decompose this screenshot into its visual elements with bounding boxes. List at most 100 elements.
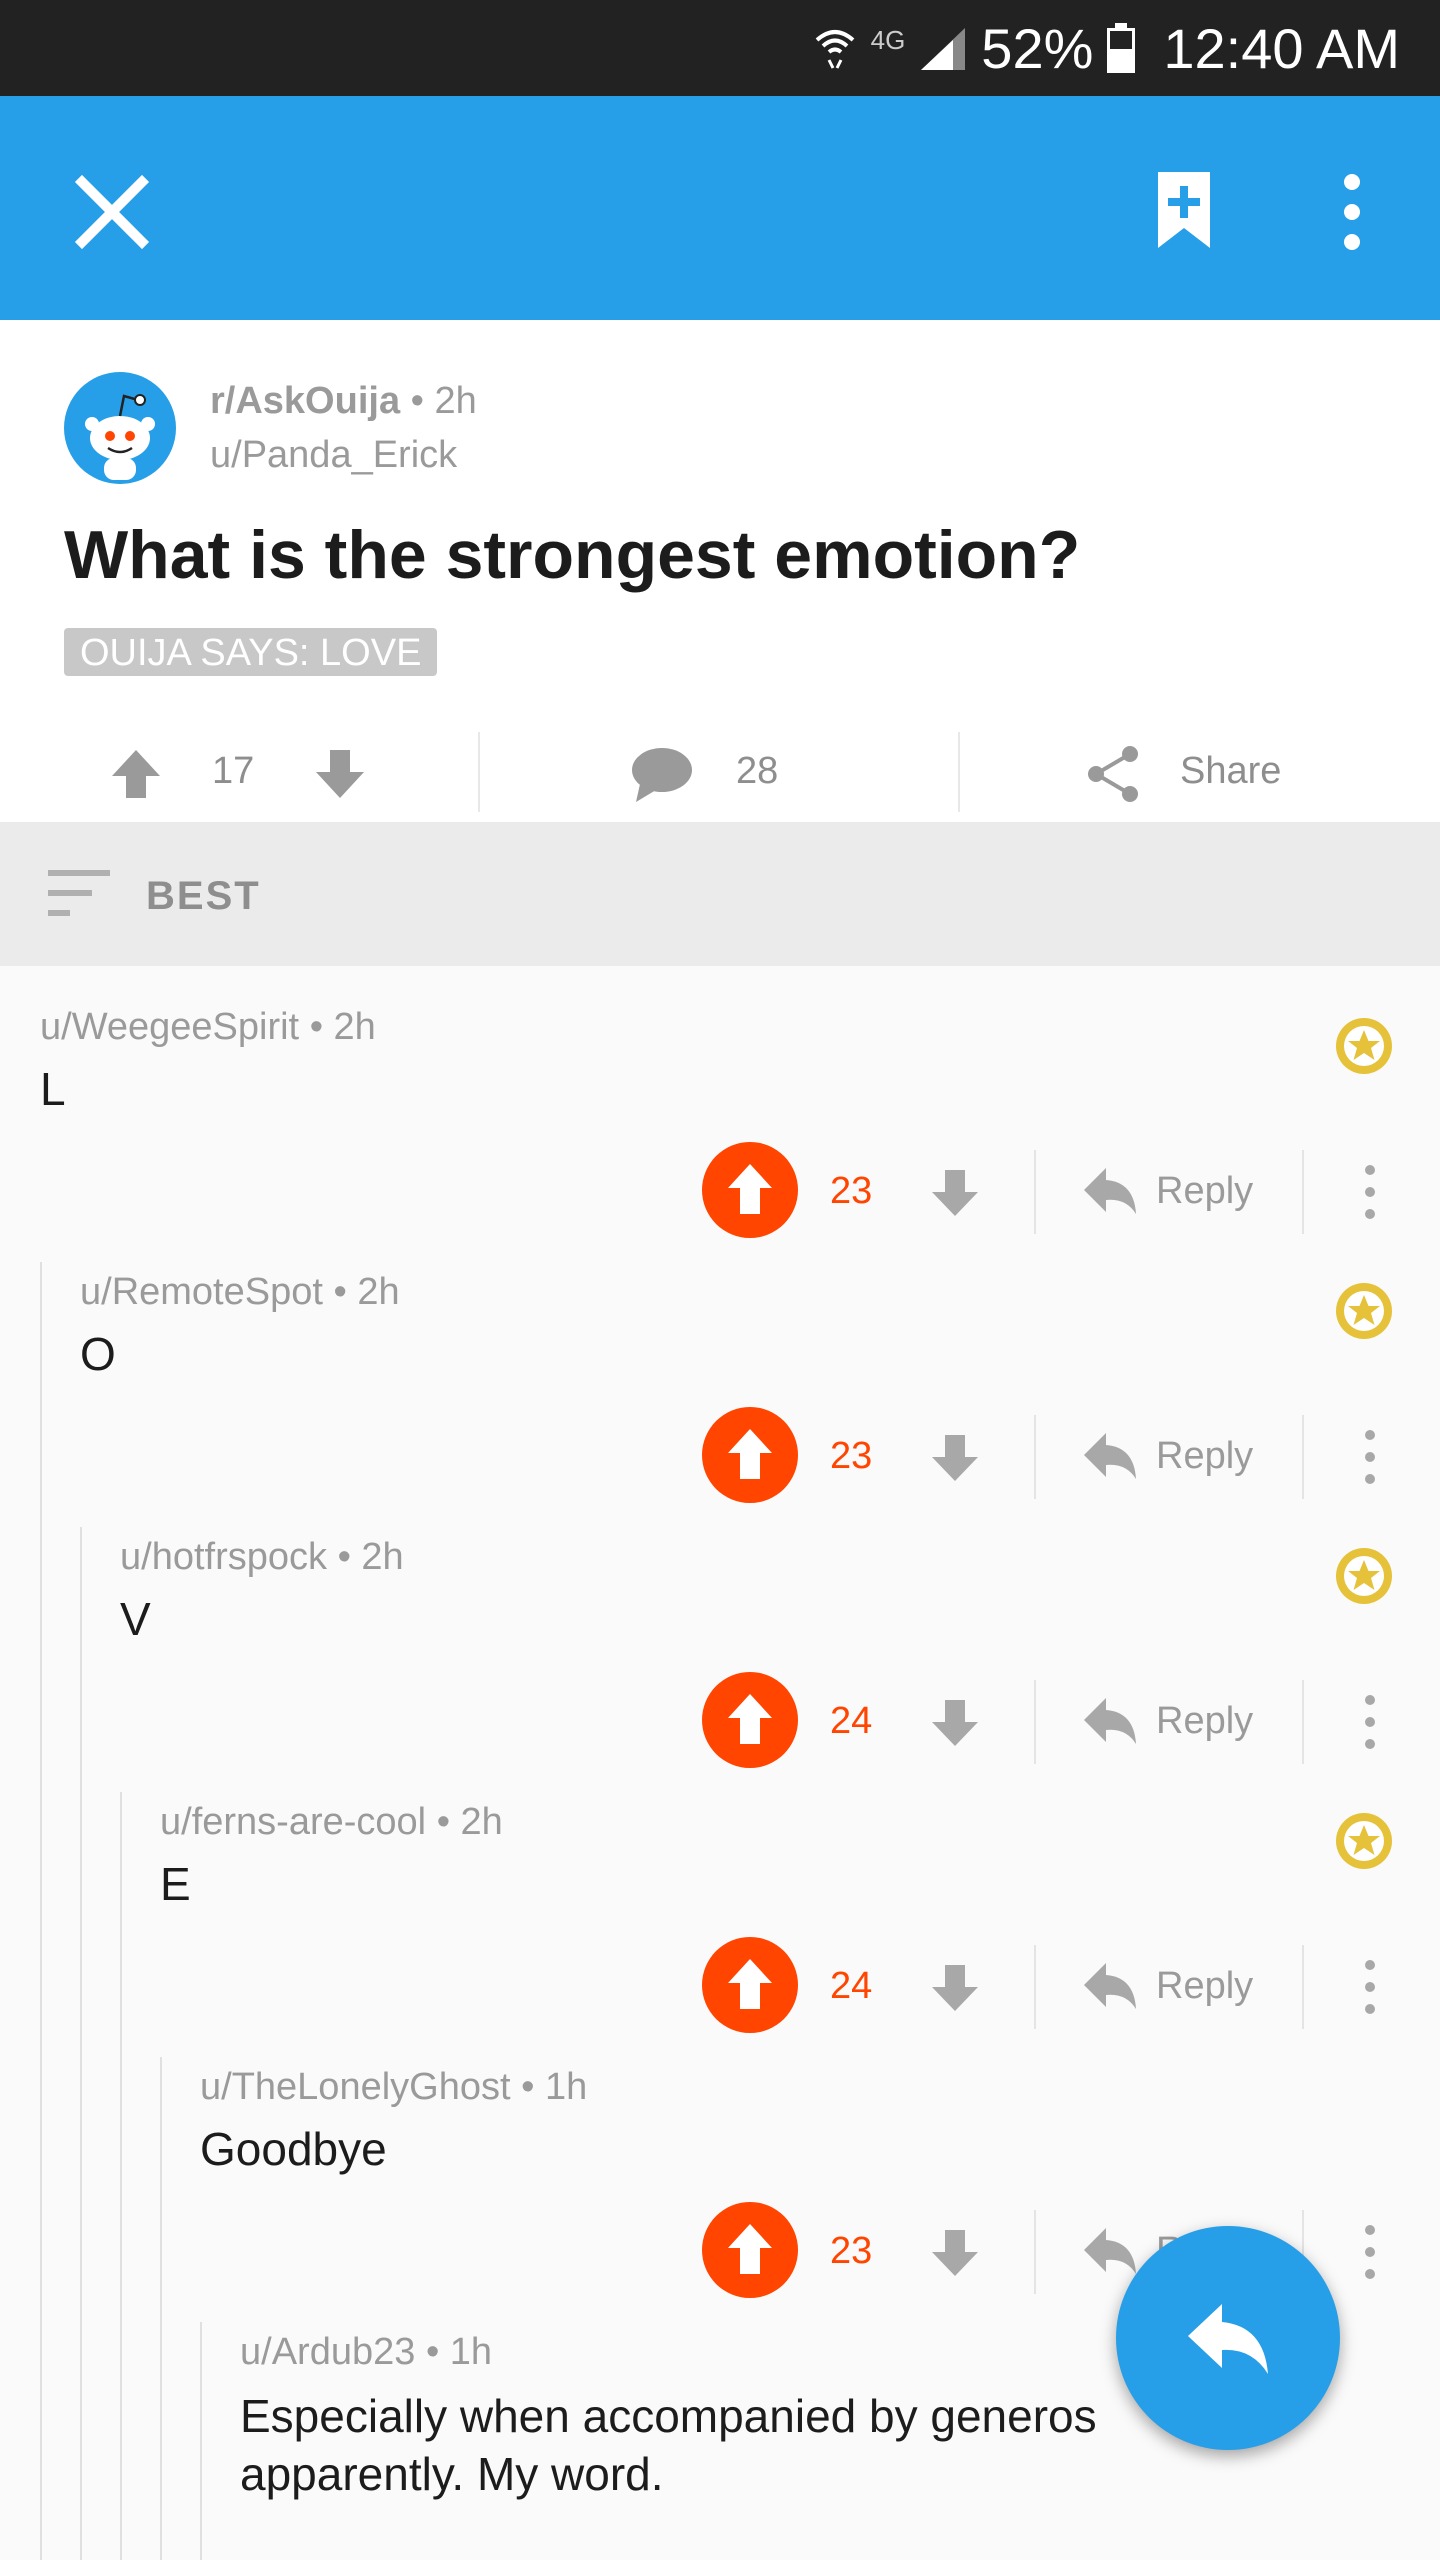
comment: u/WeegeeSpirit • 2h L 23 Reply <box>0 966 1440 1238</box>
clock: 12:40 AM <box>1163 16 1400 80</box>
close-icon <box>74 174 150 250</box>
wifi-icon <box>815 30 854 69</box>
comment-body-line: apparently. My word. <box>240 2448 664 2500</box>
downvote-icon[interactable] <box>312 746 368 802</box>
award-star-icon[interactable] <box>1334 1281 1394 1341</box>
reply-icon[interactable] <box>1082 1696 1138 1746</box>
battery-icon <box>1107 23 1136 73</box>
subreddit-avatar[interactable] <box>64 372 176 484</box>
divider <box>1034 2210 1036 2294</box>
divider <box>958 732 960 812</box>
upvote-active-icon[interactable] <box>702 1672 798 1768</box>
sort-icon <box>48 870 110 916</box>
divider <box>1302 1945 1304 2029</box>
reply-button[interactable]: Reply <box>1156 1435 1253 1478</box>
comment-meta: u/RemoteSpot • 2h <box>80 1271 400 1314</box>
award-star-icon[interactable] <box>1334 1016 1394 1076</box>
reply-fab[interactable] <box>1116 2226 1340 2450</box>
comment-author[interactable]: u/WeegeeSpirit <box>40 1006 299 1048</box>
comment-score: 23 <box>830 2230 873 2272</box>
share-icon[interactable] <box>1084 744 1144 804</box>
award-star-icon[interactable] <box>1334 1546 1394 1606</box>
network-type: 4G <box>870 24 906 55</box>
comment-author[interactable]: u/RemoteSpot <box>80 1271 323 1313</box>
upvote-icon[interactable] <box>108 746 164 802</box>
subreddit-link[interactable]: r/AskOuija <box>210 380 400 422</box>
overflow-menu-button[interactable] <box>1330 172 1374 252</box>
divider <box>1302 1415 1304 1499</box>
comment-age: • 1h <box>521 2066 588 2108</box>
divider <box>1302 1150 1304 1234</box>
divider <box>1034 1415 1036 1499</box>
reply-button[interactable]: Reply <box>1156 1700 1253 1743</box>
post-author[interactable]: u/Panda_Erick <box>210 434 457 477</box>
comment-meta: u/WeegeeSpirit • 2h <box>40 1006 376 1049</box>
divider <box>1034 1945 1036 2029</box>
battery-percent: 52% <box>981 16 1094 80</box>
comment-author[interactable]: u/TheLonelyGhost <box>200 2066 511 2108</box>
comment-body: O <box>80 1328 116 1380</box>
comment-icon[interactable] <box>630 746 694 804</box>
save-post-button[interactable] <box>1152 168 1216 252</box>
comment-age: • 2h <box>337 1536 404 1578</box>
reply-icon[interactable] <box>1082 1166 1138 1216</box>
award-star-icon[interactable] <box>1334 1811 1394 1871</box>
more-vertical-icon[interactable] <box>1358 1959 1382 2015</box>
sort-bar[interactable]: BEST <box>0 822 1440 966</box>
signal-icon <box>921 28 966 70</box>
comment: u/hotfrspock • 2h V 24 Reply <box>0 1496 1440 1768</box>
reply-icon[interactable] <box>1082 2226 1138 2276</box>
bookmark-add-icon <box>1158 172 1210 248</box>
post-title: What is the strongest emotion? <box>64 517 1081 593</box>
comment-meta: u/ferns-are-cool • 2h <box>160 1801 503 1844</box>
divider <box>1302 1680 1304 1764</box>
divider <box>478 732 480 812</box>
downvote-icon[interactable] <box>930 1166 980 1218</box>
more-vertical-icon <box>1344 174 1360 250</box>
comment-age: • 2h <box>436 1801 503 1843</box>
comment-meta: u/Ardub23 • 1h <box>240 2331 492 2374</box>
reply-icon <box>1188 2304 1268 2374</box>
divider <box>1034 1150 1036 1234</box>
post-flair: OUIJA SAYS: LOVE <box>64 628 438 676</box>
close-button[interactable] <box>72 172 152 252</box>
downvote-icon[interactable] <box>930 2226 980 2278</box>
reply-button[interactable]: Reply <box>1156 1170 1253 1213</box>
more-vertical-icon[interactable] <box>1358 1164 1382 1220</box>
post-action-row: 17 28 Share <box>0 708 1440 822</box>
comment-body: E <box>160 1858 191 1910</box>
comment-meta: u/TheLonelyGhost • 1h <box>200 2066 587 2109</box>
comment-score: 24 <box>830 1700 873 1742</box>
upvote-active-icon[interactable] <box>702 1142 798 1238</box>
downvote-icon[interactable] <box>930 1961 980 2013</box>
upvote-active-icon[interactable] <box>702 1407 798 1503</box>
comment-body: Goodbye <box>200 2123 387 2175</box>
upvote-active-icon[interactable] <box>702 1937 798 2033</box>
comment-author[interactable]: u/Ardub23 <box>240 2331 415 2373</box>
post-age: • 2h <box>410 380 477 422</box>
comment-author[interactable]: u/ferns-are-cool <box>160 1801 426 1843</box>
downvote-icon[interactable] <box>930 1696 980 1748</box>
post-comment-count: 28 <box>736 750 779 792</box>
comment-meta: u/hotfrspock • 2h <box>120 1536 404 1579</box>
comment-score: 24 <box>830 1965 873 2007</box>
comment-author[interactable]: u/hotfrspock <box>120 1536 327 1578</box>
reply-icon[interactable] <box>1082 1431 1138 1481</box>
comment-age: • 2h <box>333 1271 400 1313</box>
post-score: 17 <box>212 750 255 792</box>
status-bar: 4G 52% 12:40 AM <box>0 0 1440 96</box>
more-vertical-icon[interactable] <box>1358 1694 1382 1750</box>
upvote-active-icon[interactable] <box>702 2202 798 2298</box>
downvote-icon[interactable] <box>930 1431 980 1483</box>
reply-icon[interactable] <box>1082 1961 1138 2011</box>
comment-age: • 1h <box>425 2331 493 2373</box>
more-vertical-icon[interactable] <box>1358 2224 1382 2280</box>
post-subreddit-line: r/AskOuija • 2h <box>210 380 477 423</box>
comment-score: 23 <box>830 1170 873 1212</box>
more-vertical-icon[interactable] <box>1358 1429 1382 1485</box>
comment: u/RemoteSpot • 2h O 23 Reply <box>0 1231 1440 1503</box>
share-button[interactable]: Share <box>1180 750 1281 793</box>
app-bar <box>0 96 1440 320</box>
reply-button[interactable]: Reply <box>1156 1965 1253 2008</box>
sort-label: BEST <box>146 874 261 918</box>
